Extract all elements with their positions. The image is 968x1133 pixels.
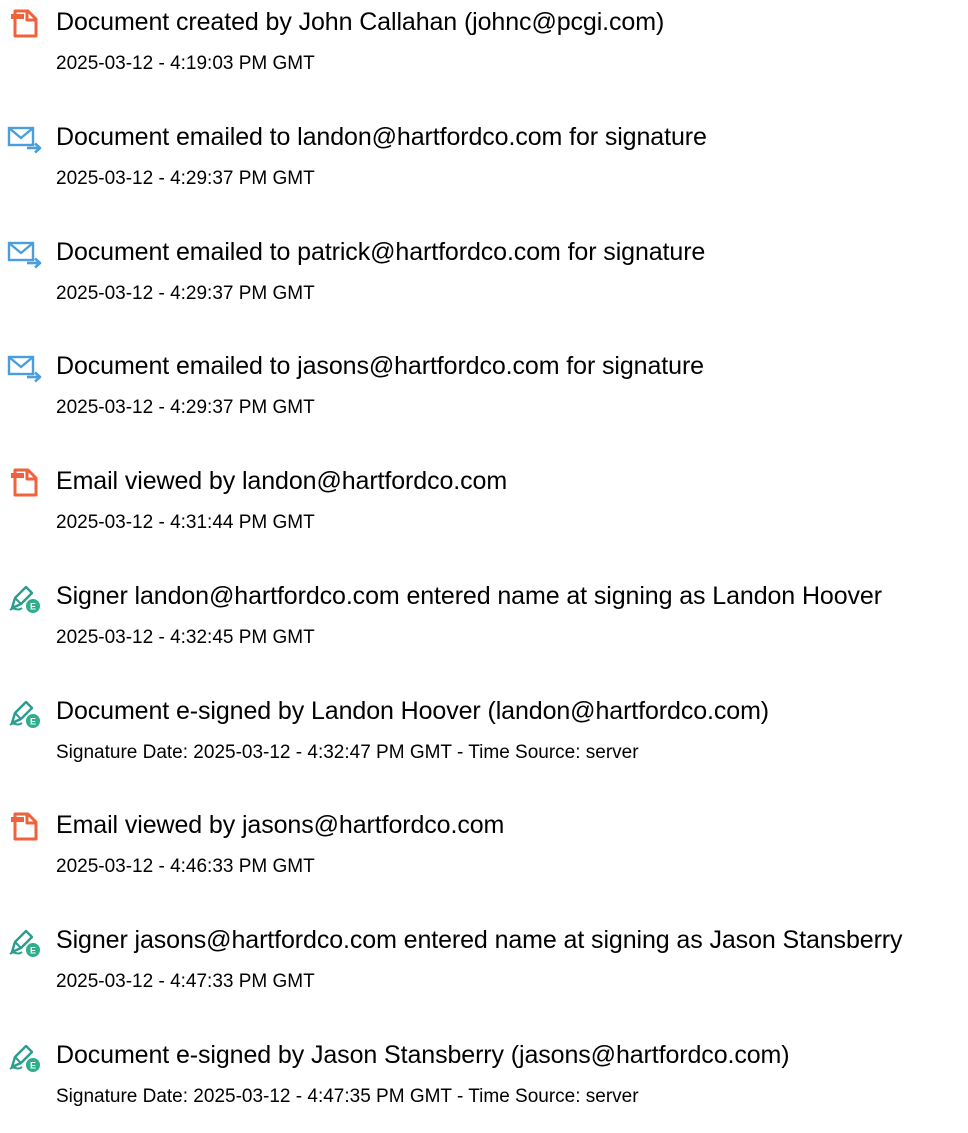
document-icon	[6, 811, 42, 843]
event-timestamp: Signature Date: 2025-03-12 - 4:47:35 PM …	[56, 1086, 639, 1107]
event-title: Signer jasons@hartfordco.com entered nam…	[56, 926, 903, 954]
audit-event: Email viewed by jasons@hartfordco.com 20…	[0, 803, 968, 903]
event-title: Document emailed to patrick@hartfordco.c…	[56, 238, 706, 266]
event-title: Document e-signed by Landon Hoover (land…	[56, 697, 770, 725]
event-title: Email viewed by landon@hartfordco.com	[56, 467, 508, 495]
svg-text:E: E	[30, 602, 36, 612]
e-sign-icon: E	[6, 697, 42, 729]
document-icon	[6, 467, 42, 499]
event-title: Document emailed to jasons@hartfordco.co…	[56, 352, 704, 380]
audit-event: Document created by John Callahan (johnc…	[0, 0, 968, 100]
audit-event: Document emailed to landon@hartfordco.co…	[0, 115, 968, 215]
event-title: Signer landon@hartfordco.com entered nam…	[56, 582, 882, 610]
event-title: Document created by John Callahan (johnc…	[56, 8, 665, 36]
event-timestamp: 2025-03-12 - 4:19:03 PM GMT	[56, 53, 315, 74]
event-timestamp: 2025-03-12 - 4:29:37 PM GMT	[56, 283, 315, 304]
audit-event: E Signer jasons@hartfordco.com entered n…	[0, 918, 968, 1018]
e-sign-icon: E	[6, 1041, 42, 1073]
event-title: Document emailed to landon@hartfordco.co…	[56, 123, 707, 151]
event-timestamp: Signature Date: 2025-03-12 - 4:32:47 PM …	[56, 742, 639, 763]
email-sent-icon	[6, 238, 42, 270]
event-timestamp: 2025-03-12 - 4:46:33 PM GMT	[56, 856, 315, 877]
audit-event: E Document e-signed by Jason Stansberry …	[0, 1033, 968, 1133]
audit-event: Document emailed to patrick@hartfordco.c…	[0, 230, 968, 330]
document-icon	[6, 8, 42, 40]
event-title: Document e-signed by Jason Stansberry (j…	[56, 1041, 790, 1069]
audit-event: E Signer landon@hartfordco.com entered n…	[0, 574, 968, 674]
audit-event: Document emailed to jasons@hartfordco.co…	[0, 344, 968, 444]
svg-text:E: E	[30, 1061, 36, 1071]
audit-event: Email viewed by landon@hartfordco.com 20…	[0, 459, 968, 559]
event-timestamp: 2025-03-12 - 4:47:33 PM GMT	[56, 971, 315, 992]
event-timestamp: 2025-03-12 - 4:29:37 PM GMT	[56, 168, 315, 189]
event-timestamp: 2025-03-12 - 4:32:45 PM GMT	[56, 627, 315, 648]
email-sent-icon	[6, 352, 42, 384]
event-timestamp: 2025-03-12 - 4:29:37 PM GMT	[56, 397, 315, 418]
svg-text:E: E	[30, 717, 36, 727]
email-sent-icon	[6, 123, 42, 155]
audit-event: E Document e-signed by Landon Hoover (la…	[0, 689, 968, 789]
event-timestamp: 2025-03-12 - 4:31:44 PM GMT	[56, 512, 315, 533]
e-sign-icon: E	[6, 582, 42, 614]
e-sign-icon: E	[6, 926, 42, 958]
event-title: Email viewed by jasons@hartfordco.com	[56, 811, 505, 839]
svg-text:E: E	[30, 946, 36, 956]
